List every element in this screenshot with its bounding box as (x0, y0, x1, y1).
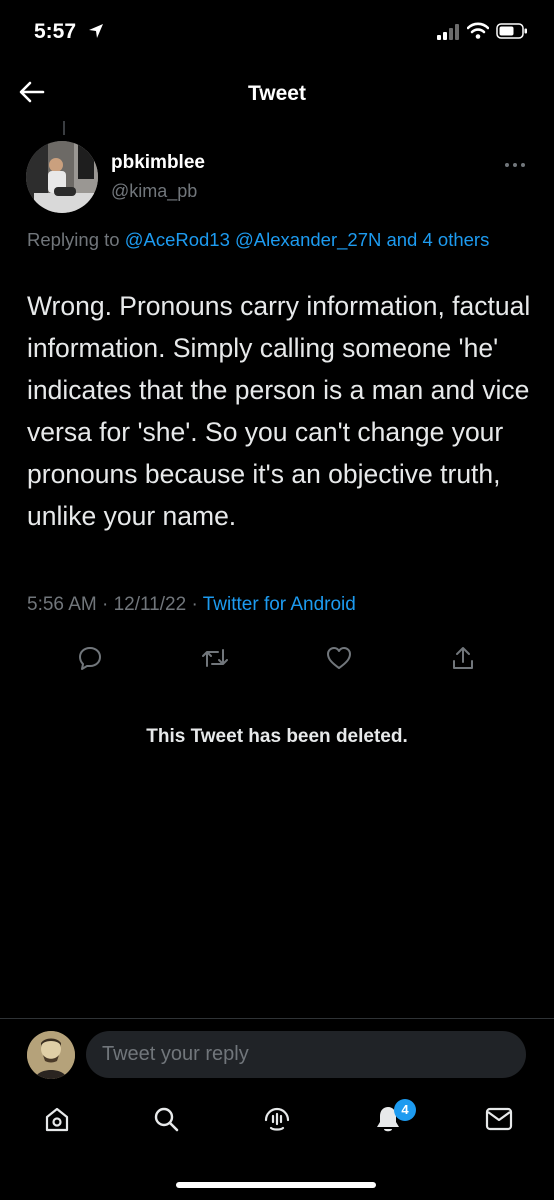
avatar[interactable] (26, 141, 98, 213)
wifi-icon (466, 22, 490, 44)
reply-button[interactable] (74, 644, 106, 676)
more-button[interactable] (498, 156, 532, 172)
tab-search[interactable] (148, 1103, 184, 1139)
my-avatar[interactable] (27, 1031, 75, 1079)
page-title: Tweet (248, 82, 306, 105)
home-indicator (176, 1182, 376, 1188)
thread-line (63, 121, 65, 135)
tweet-meta: 5:56 AM · 12/11/22 · Twitter for Android (27, 594, 532, 616)
share-button[interactable] (447, 644, 479, 676)
mention-others-link[interactable]: and 4 others (386, 229, 489, 250)
like-button[interactable] (323, 644, 355, 676)
tweet-text: Wrong. Pronouns carry information, factu… (27, 291, 531, 531)
deleted-tweet-notice: This Tweet has been deleted. (146, 726, 408, 747)
tab-home[interactable] (39, 1103, 75, 1139)
messages-icon (485, 1107, 513, 1136)
mention-link[interactable]: @Alexander_27N (235, 229, 381, 250)
handle[interactable]: @kima_pb (111, 181, 197, 202)
like-icon (326, 646, 352, 675)
status-bar: 5:57 (0, 0, 554, 62)
share-icon (451, 645, 475, 676)
cellular-signal-icon (437, 24, 461, 45)
home-icon (43, 1105, 71, 1138)
more-horizontal-icon (504, 155, 526, 173)
reply-input[interactable] (86, 1031, 526, 1078)
tab-messages[interactable] (481, 1103, 517, 1139)
location-arrow-icon (88, 23, 104, 44)
divider (0, 1018, 554, 1019)
retweet-icon (201, 646, 229, 675)
battery-icon (496, 23, 528, 44)
search-icon (152, 1105, 180, 1138)
status-time: 5:57 (34, 20, 77, 43)
header: Tweet (0, 62, 554, 124)
reply-icon (77, 645, 103, 676)
notification-badge: 4 (394, 1099, 416, 1121)
meta-separator: · (191, 594, 198, 615)
meta-separator: · (102, 594, 109, 615)
tweet-time: 5:56 AM (27, 594, 97, 615)
mention-link[interactable]: @AceRod13 (125, 229, 230, 250)
display-name[interactable]: pbkimblee (111, 152, 205, 174)
replying-prefix: Replying to (27, 229, 120, 250)
tweet-date: 12/11/22 (113, 594, 187, 615)
tweet-source[interactable]: Twitter for Android (203, 594, 356, 615)
retweet-button[interactable] (199, 644, 231, 676)
spaces-icon (262, 1104, 292, 1139)
tab-spaces[interactable] (259, 1103, 295, 1139)
replying-to: Replying to @AceRod13 @Alexander_27N and… (27, 225, 527, 255)
